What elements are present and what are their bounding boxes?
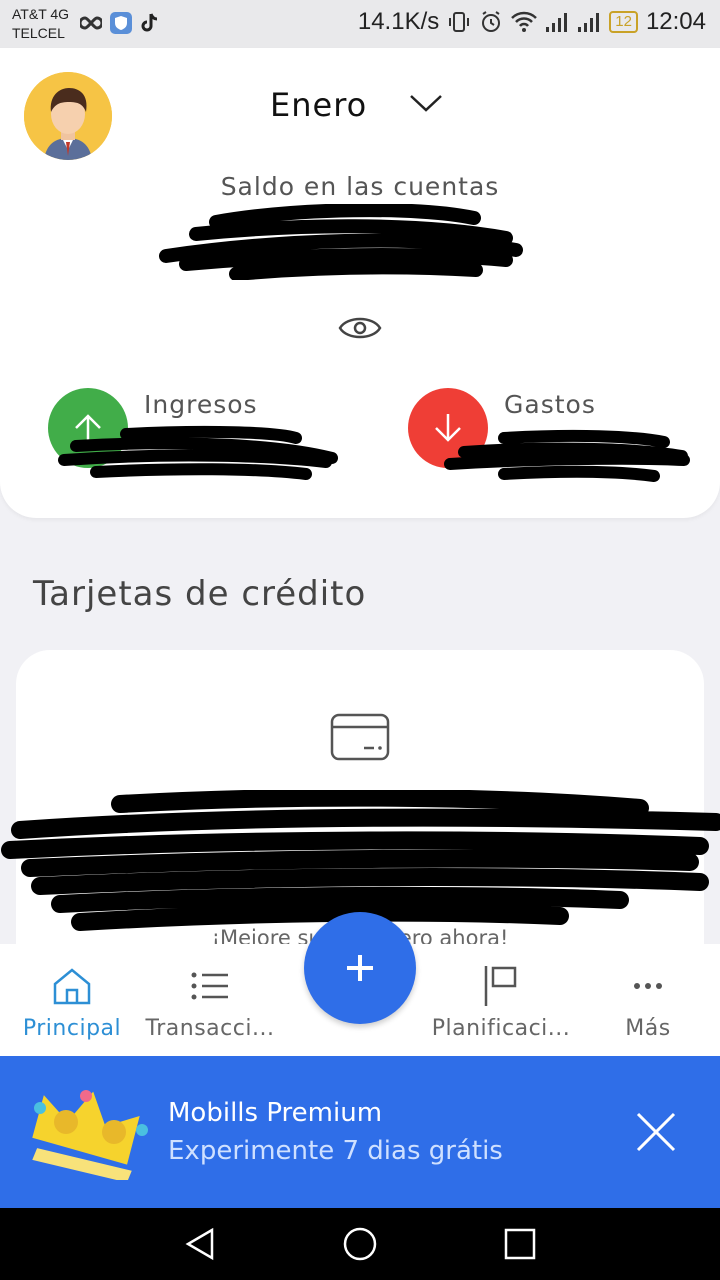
notification-icons: [80, 12, 160, 34]
tab-label: Transacci...: [145, 1016, 275, 1041]
tab-transacciones[interactable]: Transacci...: [144, 944, 276, 1056]
month-selector[interactable]: Enero: [270, 86, 367, 124]
recents-icon[interactable]: [502, 1226, 538, 1262]
back-icon[interactable]: [182, 1226, 218, 1262]
section-title-credit-cards: Tarjetas de crédito: [33, 574, 367, 614]
eye-icon[interactable]: [337, 310, 383, 346]
redacted-balance: [159, 204, 523, 280]
carrier-line-2: TELCEL: [12, 25, 65, 41]
home-icon: [53, 968, 91, 1005]
tab-label: Planificaci...: [431, 1016, 571, 1041]
redacted-expenses: [444, 429, 690, 482]
avatar[interactable]: [24, 72, 112, 160]
wifi-icon: [511, 11, 538, 33]
carrier-line-1: AT&T 4G: [12, 6, 70, 22]
balance-label: Saldo en las cuentas: [220, 172, 500, 201]
close-icon[interactable]: [634, 1110, 678, 1154]
credit-card-icon: [330, 713, 390, 761]
signal-icon-1: [545, 11, 569, 33]
tiktok-icon: [140, 12, 160, 34]
redacted-income: [58, 425, 338, 480]
tab-principal[interactable]: Principal: [20, 944, 124, 1056]
tab-mas[interactable]: Más: [606, 944, 690, 1056]
crown-icon: [32, 1090, 148, 1180]
carrier-info: AT&T 4G TELCEL: [12, 5, 69, 43]
net-speed: 14.1K/s: [357, 8, 440, 35]
vibrate-icon: [447, 10, 471, 34]
status-right: 14.1K/s 12 12:04: [358, 8, 706, 36]
status-bar: AT&T 4G TELCEL 14.1K/s 12 12:04: [0, 0, 720, 48]
income-label: Ingresos: [144, 390, 258, 419]
premium-subtitle: Experimente 7 dias grátis: [168, 1136, 503, 1166]
avatar-icon: [24, 72, 112, 160]
list-icon: [191, 972, 228, 1000]
summary-card: Enero Saldo en las cuentas Ingresos Gast…: [0, 48, 720, 518]
tab-planificacion[interactable]: Planificaci...: [432, 944, 570, 1056]
signal-icon-2: [577, 11, 601, 33]
chevron-down-icon[interactable]: [408, 92, 444, 116]
premium-title: Mobills Premium: [168, 1098, 383, 1128]
more-icon: [634, 983, 662, 989]
add-transaction-button[interactable]: [304, 912, 416, 1024]
tab-label: Principal: [22, 1016, 122, 1041]
home-system-icon[interactable]: [342, 1226, 378, 1262]
battery-level: 12: [609, 11, 638, 33]
expense-label: Gastos: [504, 390, 596, 419]
flag-icon: [484, 966, 517, 1006]
alarm-icon: [479, 10, 503, 34]
shield-app-icon: [110, 12, 132, 34]
infinity-icon: [80, 16, 102, 30]
system-navigation-bar: [0, 1208, 720, 1280]
tab-label: Más: [625, 1016, 671, 1041]
premium-banner[interactable]: Mobills Premium Experimente 7 dias gráti…: [0, 1056, 720, 1208]
plus-icon: [347, 955, 373, 981]
clock: 12:04: [645, 8, 706, 35]
